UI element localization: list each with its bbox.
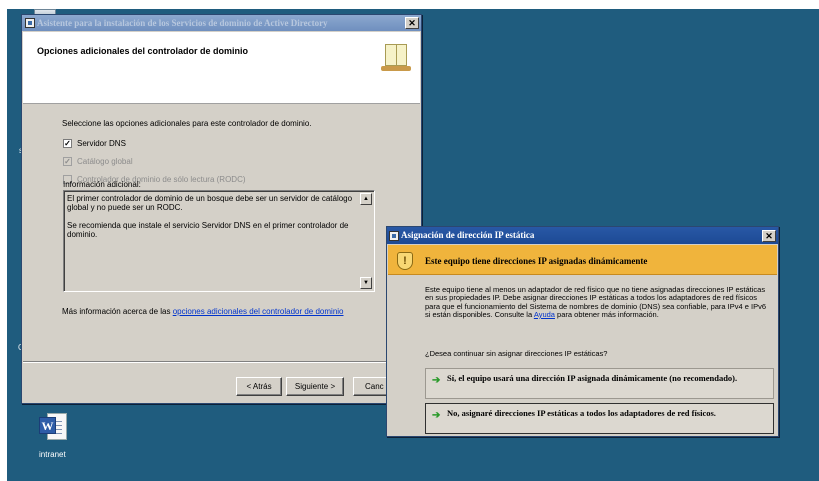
- close-button[interactable]: ✕: [405, 17, 419, 29]
- dialog-body: Este equipo tiene al menos un adaptador …: [388, 276, 777, 435]
- book-stand-icon: [381, 66, 411, 71]
- warning-shield-icon: !: [397, 252, 413, 270]
- checkbox-checked-icon[interactable]: ✓: [63, 138, 72, 148]
- command-label: No, asignaré direcciones IP estáticas a …: [447, 408, 716, 418]
- more-info-link[interactable]: opciones adicionales del controlador de …: [173, 307, 344, 316]
- dialog-question: ¿Desea continuar sin asignar direcciones…: [425, 349, 608, 358]
- more-info-text: Más información acerca de las opciones a…: [62, 307, 344, 316]
- scroll-down-icon[interactable]: ▼: [360, 277, 372, 289]
- window-system-icon[interactable]: [25, 18, 35, 28]
- button-separator: [23, 361, 420, 363]
- green-arrow-icon: ➔: [432, 375, 441, 386]
- book-icon: [385, 44, 407, 66]
- option-global-catalog: ✓ Catálogo global: [63, 156, 133, 166]
- window-system-icon[interactable]: [389, 231, 399, 241]
- additional-info-textbox[interactable]: El primer controlador de dominio de un b…: [63, 190, 375, 292]
- command-link-no[interactable]: ➔ No, asignaré direcciones IP estáticas …: [425, 403, 774, 434]
- command-link-yes[interactable]: ➔ Sí, el equipo usará una dirección IP a…: [425, 368, 774, 399]
- scroll-up-icon[interactable]: ▲: [360, 193, 372, 205]
- dialog-titlebar[interactable]: Asignación de dirección IP estática ✕: [387, 227, 778, 244]
- info-paragraph: Se recomienda que instale el servicio Se…: [67, 221, 349, 239]
- option-label: Catálogo global: [77, 156, 133, 166]
- command-label: Sí, el equipo usará una dirección IP asi…: [447, 373, 738, 383]
- close-button[interactable]: ✕: [762, 230, 776, 242]
- wizard-title: Asistente para la instalación de los Ser…: [37, 18, 328, 28]
- warning-banner: ! Este equipo tiene direcciones IP asign…: [388, 245, 777, 275]
- desktop-icon-label[interactable]: intranet: [39, 450, 66, 459]
- help-link[interactable]: Ayuda: [534, 310, 555, 319]
- back-button[interactable]: < Atrás: [236, 377, 282, 396]
- info-paragraph: El primer controlador de dominio de un b…: [67, 194, 353, 212]
- vertical-scrollbar[interactable]: ▲ ▼: [360, 193, 372, 289]
- checkbox-checked-disabled-icon: ✓: [63, 156, 72, 166]
- word-document-icon[interactable]: W: [39, 412, 69, 442]
- banner-title: Este equipo tiene direcciones IP asignad…: [425, 256, 648, 266]
- option-dns-server[interactable]: ✓ Servidor DNS: [63, 138, 126, 148]
- ad-ds-wizard-window: Asistente para la instalación de los Ser…: [21, 14, 422, 404]
- additional-info-label: Información adicional:: [63, 180, 141, 189]
- wizard-header: Opciones adicionales del controlador de …: [23, 32, 420, 104]
- instruction-text: Seleccione las opciones adicionales para…: [62, 119, 312, 128]
- message-suffix: para obtener más información.: [554, 309, 659, 319]
- static-ip-dialog: Asignación de dirección IP estática ✕ ! …: [386, 226, 779, 437]
- option-label: Servidor DNS: [77, 138, 126, 148]
- more-info-prefix: Más información acerca de las: [62, 307, 173, 316]
- wizard-titlebar[interactable]: Asistente para la instalación de los Ser…: [22, 15, 421, 31]
- next-button[interactable]: Siguiente >: [286, 377, 344, 396]
- page-title: Opciones adicionales del controlador de …: [37, 46, 249, 56]
- dialog-message: Este equipo tiene al menos un adaptador …: [425, 285, 773, 319]
- dialog-title: Asignación de dirección IP estática: [401, 230, 535, 240]
- green-arrow-icon: ➔: [432, 410, 441, 421]
